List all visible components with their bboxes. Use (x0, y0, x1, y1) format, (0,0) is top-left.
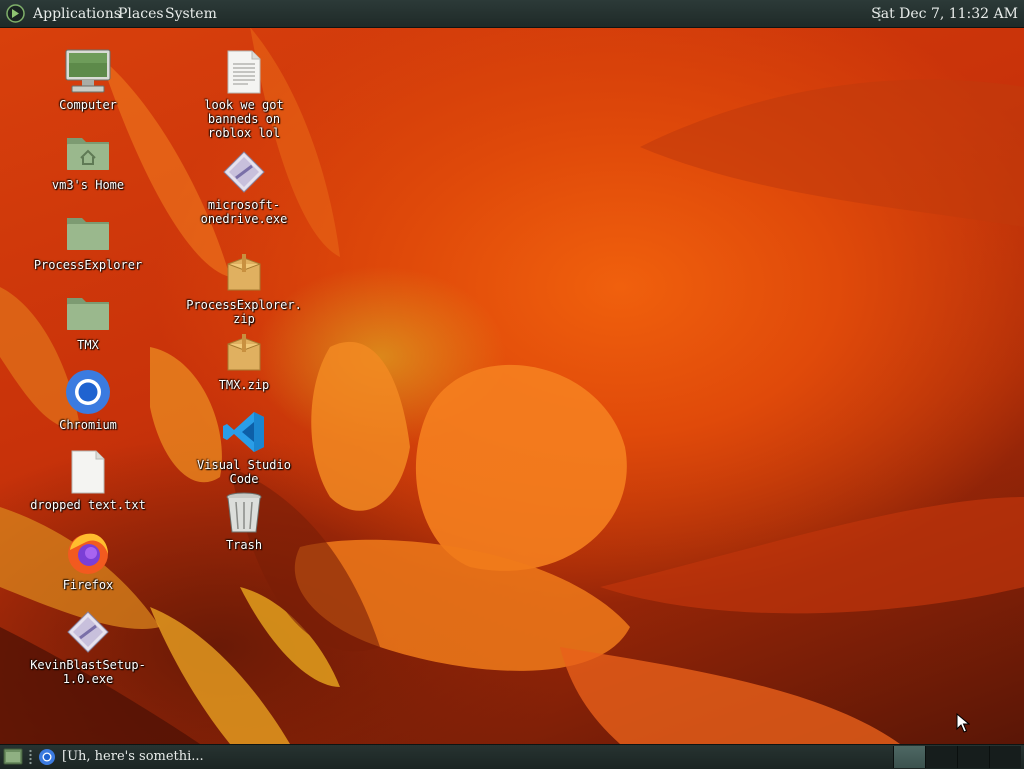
workspace-3[interactable] (957, 746, 989, 768)
desktop-icon-processexplorer-folder[interactable]: ProcessExplorer (28, 208, 148, 272)
executable-icon (223, 151, 265, 193)
icon-label: ProcessExplorer (33, 258, 143, 272)
distro-logo-icon[interactable] (6, 4, 25, 23)
icon-label: Computer (59, 98, 117, 112)
desktop-icon-tmx-zip[interactable]: TMX.zip (184, 328, 304, 392)
taskbar-window-button[interactable]: [Uh, here's somethi... (62, 747, 204, 767)
desktop-icon-processexplorer-zip[interactable]: ProcessExplorer. zip (184, 248, 304, 326)
executable-icon (67, 611, 109, 653)
archive-icon (227, 254, 261, 291)
icon-label: Trash (225, 538, 263, 552)
workspace-switcher (893, 746, 1021, 768)
clock[interactable]: Sat Dec 7, 11:32 AM (871, 4, 1018, 24)
workspace-1[interactable] (893, 746, 925, 768)
workspace-2[interactable] (925, 746, 957, 768)
icon-label: KevinBlastSetup- 1.0.exe (30, 658, 146, 686)
firefox-icon (68, 533, 108, 574)
desktop-icon-kevinblast[interactable]: KevinBlastSetup- 1.0.exe (28, 608, 148, 686)
archive-icon (227, 334, 261, 371)
mouse-cursor-icon (956, 713, 970, 733)
icon-label: Visual Studio Code (197, 458, 291, 486)
chromium-task-icon (39, 749, 55, 765)
icon-label: Firefox (62, 578, 114, 592)
desktop-icon-look-we-got[interactable]: look we got banneds on roblox lol (184, 48, 304, 140)
desktop-icon-home[interactable]: vm3's Home (28, 128, 148, 192)
document-icon (227, 50, 261, 94)
desktop-icon-dropped-text[interactable]: dropped text.txt (28, 448, 148, 512)
desktop-icon-firefox[interactable]: Firefox (28, 528, 148, 592)
icon-label: TMX.zip (218, 378, 270, 392)
icon-label: dropped text.txt (30, 498, 146, 512)
desktop-icon-onedrive-exe[interactable]: microsoft- onedrive.exe (184, 148, 304, 226)
desktop-icon-tmx-folder[interactable]: TMX (28, 288, 148, 352)
desktop-icon-chromium[interactable]: Chromium (28, 368, 148, 432)
icon-label: ProcessExplorer. zip (186, 298, 302, 326)
icon-label: look we got banneds on roblox lol (204, 98, 284, 140)
panel-drag-handle[interactable] (29, 749, 32, 765)
top-panel: Applications Places System Sat Dec 7, 11… (0, 0, 1024, 28)
system-menu[interactable]: System (163, 4, 219, 24)
trash-icon (226, 492, 262, 533)
desktop-icon-trash[interactable]: Trash (184, 488, 304, 552)
applications-menu[interactable]: Applications (31, 4, 123, 24)
chromium-icon (66, 370, 110, 414)
flower-petals (0, 27, 1024, 744)
desktop-icon-computer[interactable]: Computer (28, 48, 148, 112)
icon-label: vm3's Home (51, 178, 125, 192)
icon-label: TMX (77, 338, 99, 352)
workspace-4[interactable] (989, 746, 1021, 768)
icon-label: microsoft- onedrive.exe (200, 198, 288, 226)
icon-label: Chromium (59, 418, 117, 432)
desktop-wallpaper (0, 27, 1024, 744)
places-menu[interactable]: Places (116, 4, 166, 24)
home-folder-icon (67, 138, 109, 170)
folder-icon (67, 298, 109, 330)
text-file-icon (71, 450, 105, 494)
bottom-panel: [Uh, here's somethi... (0, 744, 1024, 769)
show-desktop-icon[interactable] (3, 748, 23, 765)
folder-icon (67, 218, 109, 250)
vscode-icon (223, 412, 264, 452)
computer-icon (65, 49, 111, 93)
desktop-icon-vscode[interactable]: Visual Studio Code (184, 408, 304, 486)
